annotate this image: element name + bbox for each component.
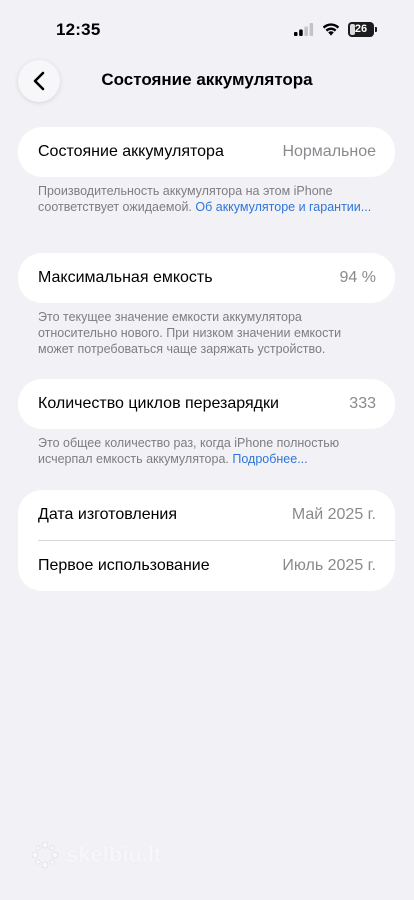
battery-health-footnote: Производительность аккумулятора на этом … — [38, 183, 374, 215]
chevron-left-icon — [33, 71, 45, 91]
watermark: skelbiu.lt — [30, 840, 161, 870]
status-bar: 12:35 26 — [0, 0, 414, 56]
back-button[interactable] — [18, 60, 60, 102]
max-capacity-card: Максимальная емкость 94 % — [18, 253, 395, 303]
max-capacity-footnote: Это текущее значение емкости аккумулятор… — [38, 309, 374, 357]
manufacture-date-value: Май 2025 г. — [291, 506, 376, 523]
manufacture-date-label: Дата изготовления — [38, 506, 178, 523]
battery-icon: 26 — [348, 22, 378, 37]
status-icons: 26 — [294, 22, 378, 37]
learn-more-link[interactable]: Подробнее... — [232, 452, 307, 466]
battery-health-value: Нормальное — [282, 143, 376, 160]
watermark-text: skelbiu.lt — [66, 842, 162, 867]
first-use-label: Первое использование — [38, 557, 210, 574]
first-use-row: Первое использование Июль 2025 г. — [18, 541, 395, 591]
status-time: 12:35 — [56, 20, 101, 39]
page-title: Состояние аккумулятора — [101, 70, 313, 89]
cycle-count-row: Количество циклов перезарядки 333 — [18, 379, 395, 429]
cycle-count-label: Количество циклов перезарядки — [38, 395, 279, 412]
watermark-logo-icon — [31, 841, 59, 869]
cycle-count-value: 333 — [349, 395, 376, 412]
max-capacity-footnote-text: Это текущее значение емкости аккумулятор… — [38, 310, 342, 356]
cellular-signal-icon — [294, 23, 314, 36]
max-capacity-label: Максимальная емкость — [38, 269, 213, 286]
dates-card: Дата изготовления Май 2025 г. Первое исп… — [18, 490, 395, 591]
manufacture-date-row: Дата изготовления Май 2025 г. — [18, 490, 395, 540]
battery-level-text: 26 — [354, 23, 368, 35]
cycle-count-footnote: Это общее количество раз, когда iPhone п… — [38, 435, 374, 467]
max-capacity-value: 94 % — [339, 269, 376, 286]
cycle-count-card: Количество циклов перезарядки 333 — [18, 379, 395, 429]
battery-warranty-link[interactable]: Об аккумуляторе и гаран­тии... — [195, 200, 371, 214]
battery-health-row[interactable]: Состояние аккумулятора Нормальное — [18, 127, 395, 177]
first-use-value: Июль 2025 г. — [282, 557, 376, 574]
navigation-bar: Состояние аккумулятора — [0, 56, 414, 106]
battery-health-card[interactable]: Состояние аккумулятора Нормальное — [18, 127, 395, 177]
max-capacity-row: Максимальная емкость 94 % — [18, 253, 395, 303]
battery-health-label: Состояние аккумулятора — [38, 143, 224, 160]
wifi-icon — [322, 23, 340, 36]
